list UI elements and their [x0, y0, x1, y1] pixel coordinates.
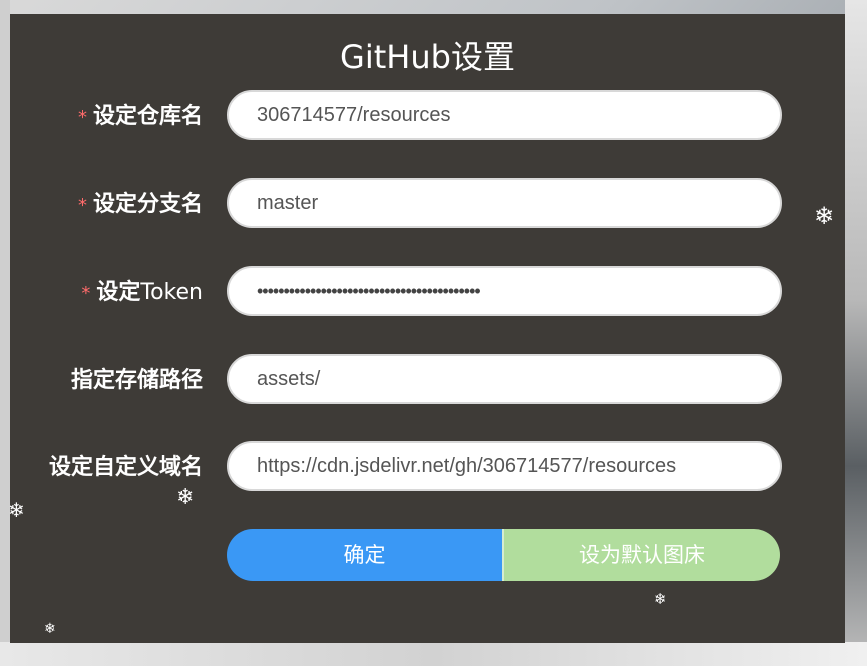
branch-input[interactable]: master [227, 178, 782, 228]
token-label-en: Token [140, 280, 203, 305]
field-row-repo: * 设定仓库名 306714577/resources [10, 90, 845, 144]
snowflake-icon: ❄ [8, 498, 25, 522]
confirm-button[interactable]: 确定 [227, 529, 502, 581]
path-input[interactable]: assets/ [227, 354, 782, 404]
required-marker: * [77, 195, 87, 216]
required-marker: * [77, 107, 87, 128]
domain-input[interactable]: https://cdn.jsdelivr.net/gh/306714577/re… [227, 441, 782, 491]
snowflake-icon: ❄ [176, 485, 195, 510]
token-label: * 设定Token [81, 266, 203, 320]
set-default-button[interactable]: 设为默认图床 [502, 529, 780, 581]
github-settings-dialog: GitHub设置 * 设定仓库名 306714577/resources * 设定分… [10, 14, 845, 643]
snowflake-icon: ❄ [654, 590, 667, 608]
branch-label: * 设定分支名 [78, 178, 203, 232]
required-marker: * [81, 283, 91, 304]
path-label: 指定存储路径 [70, 368, 203, 393]
action-button-group: 确定 设为默认图床 [227, 529, 780, 581]
field-row-branch: * 设定分支名 master [10, 178, 845, 232]
field-row-path: 指定存储路径 assets/ [10, 354, 845, 408]
repo-label-text: 设定仓库名 [92, 104, 203, 129]
background-bottom [0, 642, 867, 666]
snowflake-icon: ❄ [44, 621, 56, 637]
token-password-input[interactable]: ••••••••••••••••••••••••••••••••••••••••… [227, 266, 782, 316]
snowflake-icon: ❄ [814, 202, 835, 230]
field-row-domain: 设定自定义域名 https://cdn.jsdelivr.net/gh/3067… [10, 441, 845, 495]
branch-label-text: 设定分支名 [92, 192, 203, 217]
field-row-token: * 设定Token •••••••••••••••••••••••••••••••… [10, 266, 845, 320]
token-label-cn: 设定 [96, 280, 141, 305]
snowflake-icon: ❄ [508, 286, 525, 310]
repo-label: * 设定仓库名 [78, 90, 203, 144]
dialog-title: GitHub设置 [340, 38, 515, 76]
background-right [845, 0, 867, 666]
repo-input[interactable]: 306714577/resources [227, 90, 782, 140]
background-left [0, 0, 10, 666]
